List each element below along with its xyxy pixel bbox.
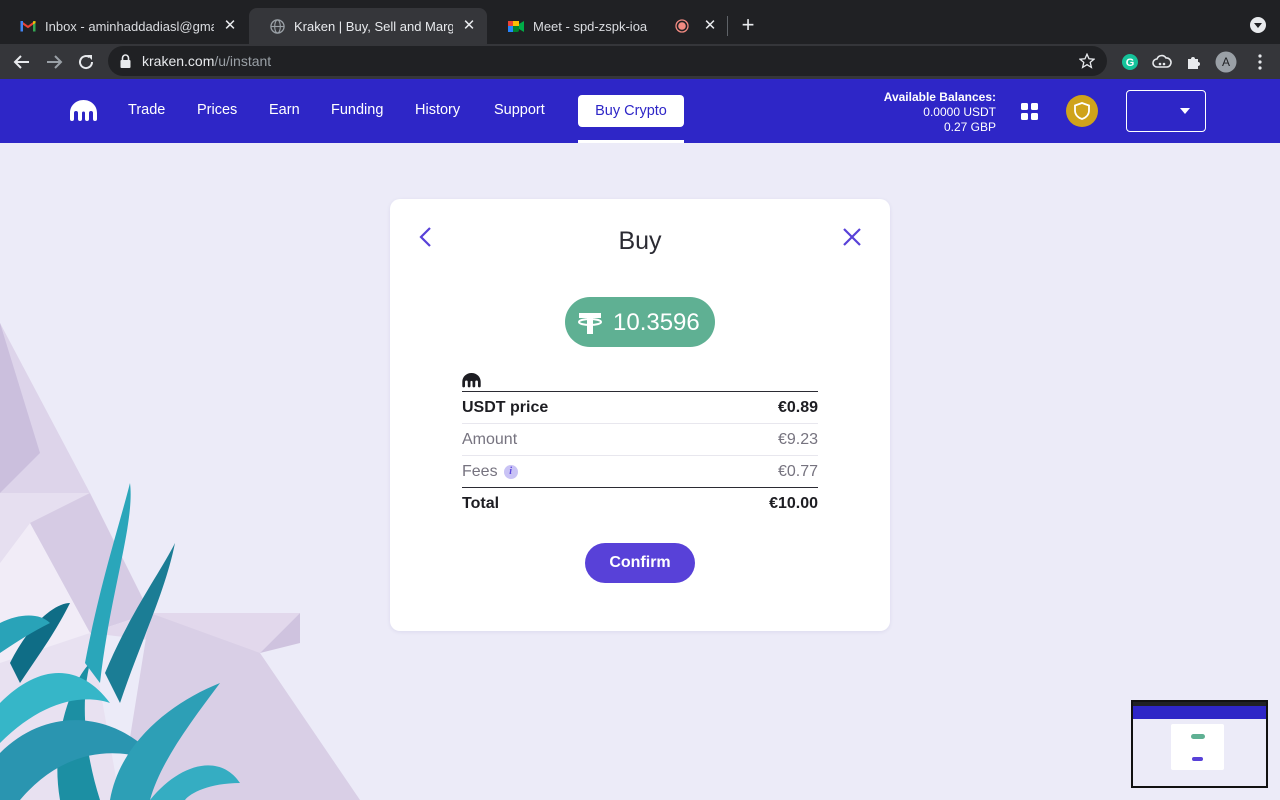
decorative-crystal-coral-art [0,323,360,800]
preview-card [1171,724,1224,770]
fees-row: Fees i €0.77 [462,456,818,488]
browser-tab-strip: Inbox - aminhaddadiasl@gmail ✕ Kraken | … [0,0,1280,44]
new-tab-icon[interactable]: + [736,14,760,38]
tab-search-icon[interactable] [1250,17,1266,33]
total-value: €10.00 [769,495,818,512]
back-arrow-icon[interactable] [10,50,34,74]
nav-prices[interactable]: Prices [197,102,237,118]
crypto-amount-pill: 10.3596 [565,297,715,347]
chrome-menu-icon[interactable] [1248,50,1272,74]
recording-icon [674,18,690,34]
kraken-navbar: Trade Prices Earn Funding History Suppor… [0,79,1280,143]
reload-icon[interactable] [74,50,98,74]
price-value: €0.89 [777,399,818,416]
price-label: USDT price [462,399,549,416]
price-row: USDT price €0.89 [462,392,818,424]
balance-gbp: 0.27 GBP [943,120,996,134]
kraken-mini-logo-icon [462,373,481,393]
bookmark-star-icon[interactable] [1077,51,1097,71]
fees-label-group: Fees i [462,463,518,481]
url-path: /u/instant [214,53,272,69]
tab-title: Meet - spd-zspk-ioa [533,18,648,34]
account-dropdown[interactable] [1126,90,1206,132]
lock-icon [120,54,131,73]
balance-usdt: 0.0000 USDT [923,105,996,119]
tab-close-icon[interactable]: ✕ [222,18,238,34]
amount-label: Amount [462,431,518,448]
browser-toolbar: kraken.com/u/instant G A [0,44,1280,79]
info-icon[interactable]: i [503,465,518,479]
preview-pill [1191,734,1205,739]
nav-funding[interactable]: Funding [331,102,383,118]
screen-share-preview[interactable] [1131,700,1268,788]
preview-button [1192,757,1203,761]
forward-arrow-icon[interactable] [42,50,66,74]
nav-support[interactable]: Support [494,102,545,118]
nav-trade[interactable]: Trade [128,102,165,118]
card-title: Buy [618,227,662,255]
address-bar[interactable]: kraken.com/u/instant [108,46,1107,76]
globe-icon [269,18,285,34]
extensions-puzzle-icon[interactable] [1182,50,1206,74]
available-balances: Available Balances: 0.0000 USDT 0.27 GBP [884,90,996,135]
buy-crypto-button[interactable]: Buy Crypto [578,95,684,127]
nav-history[interactable]: History [415,102,460,118]
tether-icon [577,310,603,341]
close-icon[interactable] [840,225,864,249]
tab-kraken[interactable]: Kraken | Buy, Sell and Margin T ✕ [249,8,487,44]
tab-close-icon[interactable]: ✕ [461,18,477,34]
crypto-amount: 10.3596 [613,309,700,336]
security-shield-icon[interactable] [1066,95,1098,127]
fees-label: Fees [462,463,498,480]
tab-gmail[interactable]: Inbox - aminhaddadiasl@gmail ✕ [0,8,248,44]
total-label: Total [462,495,500,512]
tab-title: Kraken | Buy, Sell and Margin T [294,18,453,34]
kraken-logo-icon[interactable] [70,100,97,127]
fees-value: €0.77 [777,463,818,480]
apps-grid-icon[interactable] [1021,103,1038,120]
url-text: kraken.com/u/instant [142,53,271,69]
profile-initial: A [1221,55,1230,69]
active-nav-indicator [578,140,684,143]
gmail-icon [20,18,36,34]
url-host: kraken.com [142,53,215,69]
confirm-button[interactable]: Confirm [585,543,695,583]
tab-close-icon[interactable]: ✕ [702,18,718,34]
amount-value: €9.23 [777,431,818,448]
nav-earn[interactable]: Earn [269,102,300,118]
svg-text:G: G [1126,57,1135,69]
grammarly-icon[interactable]: G [1118,50,1142,74]
tab-meet[interactable]: Meet - spd-zspk-ioa ✕ [488,8,728,44]
preview-navbar [1133,706,1266,719]
balances-title: Available Balances: [883,90,996,104]
tab-title: Inbox - aminhaddadiasl@gmail [45,18,214,34]
total-row: Total €10.00 [462,488,818,520]
buy-confirmation-card: Buy 10.3596 USDT price €0.89 Amount €9.2… [390,199,890,631]
extension-cloud-icon[interactable] [1150,50,1174,74]
amount-row: Amount €9.23 [462,424,818,456]
profile-avatar[interactable]: A [1214,50,1238,74]
meet-icon [508,18,524,34]
tab-separator [727,16,728,36]
